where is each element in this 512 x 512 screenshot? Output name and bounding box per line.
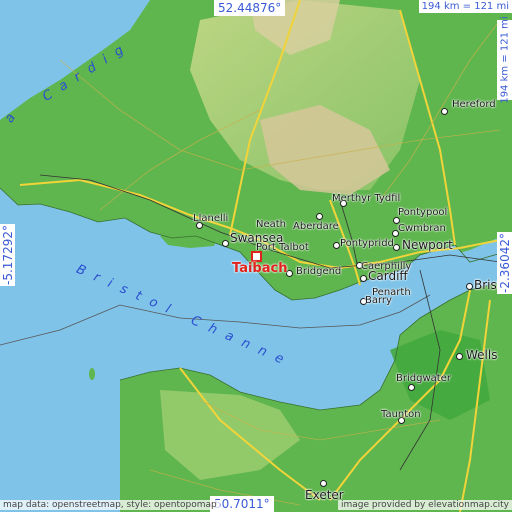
hereford-dot: [441, 108, 448, 115]
place-merthyr: Merthyr Tydfil: [332, 193, 401, 204]
place-bridgend: Bridgend: [296, 266, 342, 277]
place-cwmbran: Cwmbran: [398, 223, 446, 234]
newport-dot: [393, 244, 400, 251]
place-port-talbot: Port Talbot: [256, 242, 309, 253]
pontypridd-dot: [333, 242, 340, 249]
place-aberdare: Aberdare: [293, 221, 339, 232]
island: [89, 368, 95, 380]
place-bridgwater: Bridgwater: [396, 373, 451, 384]
place-taunton: Taunton: [381, 409, 421, 420]
place-pontypool: Pontypool: [398, 207, 448, 218]
place-llanelli: Llanelli: [193, 213, 229, 224]
scale-vertical: 194 km = 121 mi: [497, 16, 512, 104]
place-hereford: Hereford: [452, 99, 496, 110]
cardiff-dot: [360, 275, 367, 282]
scale-horizontal: 194 km = 121 mi: [418, 0, 512, 13]
wells-dot: [456, 353, 463, 360]
aberdare-dot: [316, 213, 323, 220]
place-pontypridd: Pontypridd: [340, 238, 394, 249]
place-taibach[interactable]: Taibach: [232, 262, 287, 275]
coord-left: -5.17292°: [0, 224, 15, 286]
map-canvas[interactable]: Cardig a Bristol Channe Hereford Merthyr…: [0, 0, 512, 512]
place-neath: Neath: [256, 219, 287, 230]
attribution-left: map data: openstreetmap, style: opentopo…: [0, 500, 220, 510]
attribution-right: image provided by elevationmap.city: [338, 500, 512, 510]
place-newport: Newport: [402, 238, 453, 252]
swansea-dot: [222, 240, 229, 247]
place-barry: Barry: [365, 295, 392, 306]
place-wells: Wells: [466, 348, 498, 362]
place-cardiff: Cardiff: [368, 269, 408, 283]
bristol-dot: [466, 283, 473, 290]
coord-right: -2.36042°: [497, 232, 512, 294]
bridgwater-dot: [408, 384, 415, 391]
coord-top: 52.44876°: [214, 0, 286, 16]
exeter-dot: [320, 480, 327, 487]
